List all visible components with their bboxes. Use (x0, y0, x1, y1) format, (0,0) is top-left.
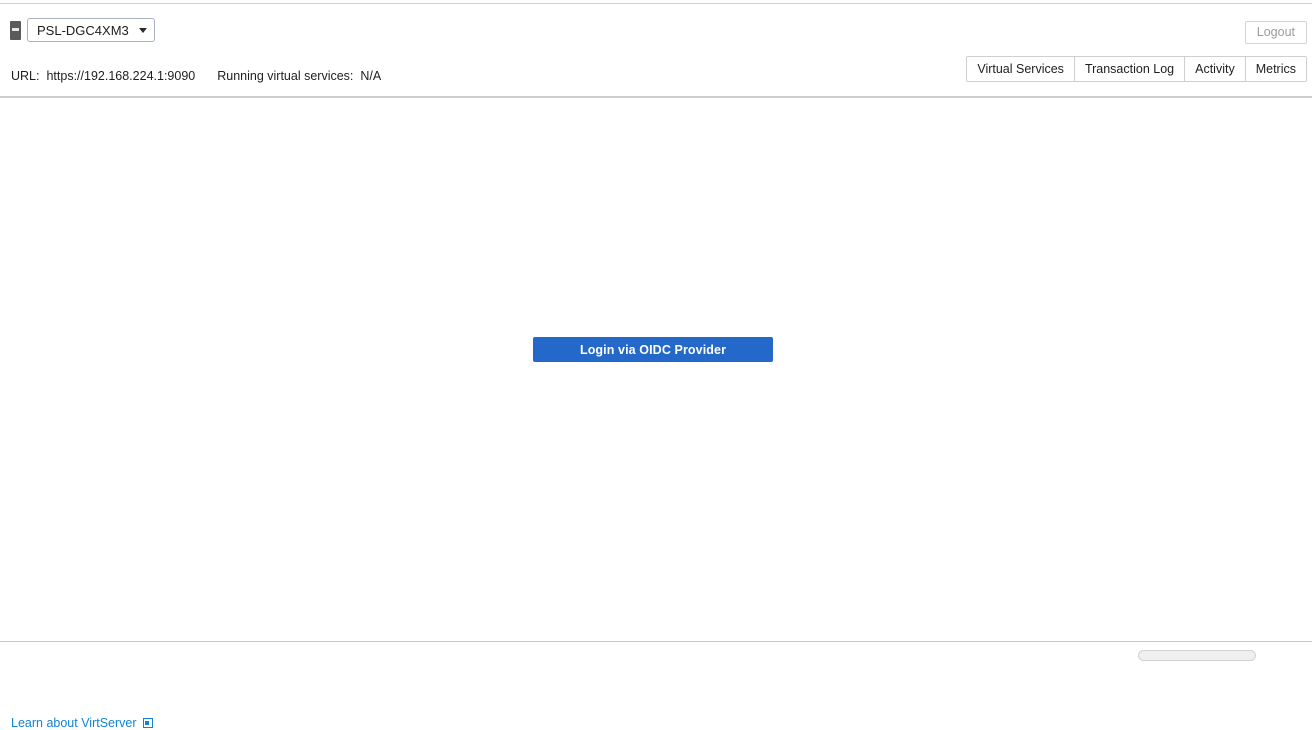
main-content: Login via OIDC Provider Learn about Virt… (0, 98, 1312, 641)
learn-about-virtserver-link[interactable]: Learn about VirtServer (11, 716, 153, 730)
server-selector: PSL-DGC4XM3 (10, 18, 155, 42)
horizontal-scrollbar-thumb[interactable] (1138, 650, 1256, 661)
status-line: URL: https://192.168.224.1:9090 Running … (11, 69, 381, 83)
header-bar: PSL-DGC4XM3 URL: https://192.168.224.1:9… (0, 4, 1312, 97)
tab-transaction-log[interactable]: Transaction Log (1075, 57, 1185, 81)
running-services-value: N/A (360, 69, 381, 83)
application-root: PSL-DGC4XM3 URL: https://192.168.224.1:9… (0, 0, 1312, 670)
url-label: URL: (11, 69, 39, 83)
external-link-icon (143, 718, 153, 728)
url-value: https://192.168.224.1:9090 (46, 69, 195, 83)
running-services-label: Running virtual services: (217, 69, 353, 83)
learn-about-virtserver-label: Learn about VirtServer (11, 716, 137, 730)
server-icon (10, 21, 21, 40)
logout-button[interactable]: Logout (1245, 21, 1307, 44)
tab-metrics[interactable]: Metrics (1246, 57, 1306, 81)
server-dropdown[interactable]: PSL-DGC4XM3 (27, 18, 155, 42)
tab-strip: Virtual Services Transaction Log Activit… (966, 56, 1307, 82)
tab-virtual-services[interactable]: Virtual Services (967, 57, 1075, 81)
login-via-oidc-provider-button[interactable]: Login via OIDC Provider (533, 337, 773, 362)
tab-activity[interactable]: Activity (1185, 57, 1246, 81)
chevron-down-icon (139, 28, 147, 33)
server-dropdown-value: PSL-DGC4XM3 (37, 23, 129, 38)
footer-area (0, 642, 1312, 670)
